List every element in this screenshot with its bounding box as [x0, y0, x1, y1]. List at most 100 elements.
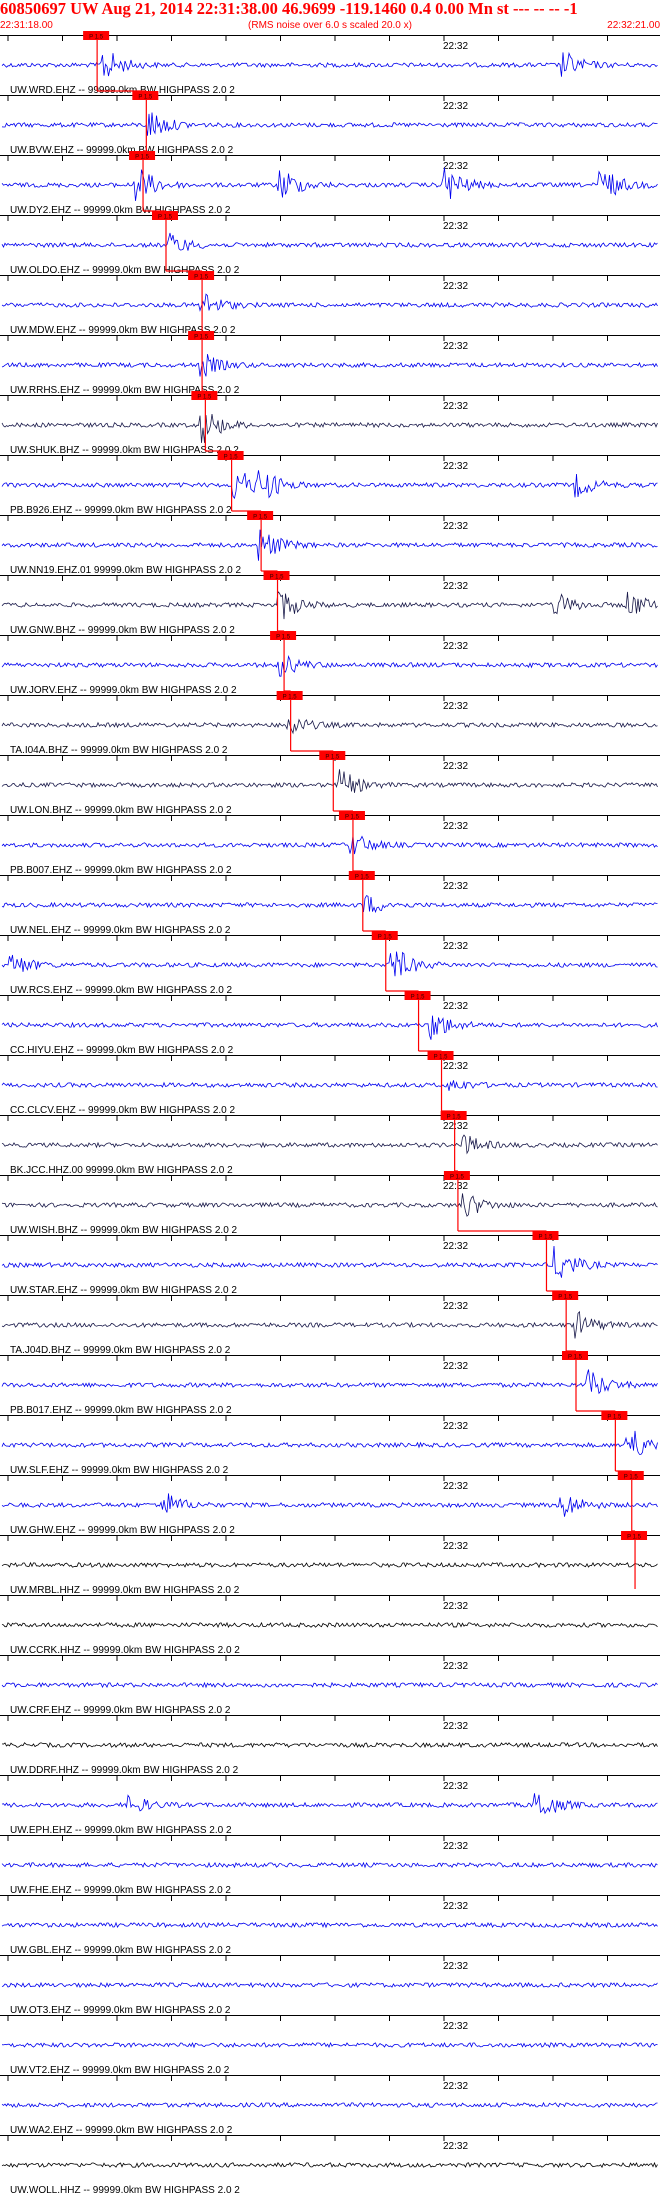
waveform-trace	[1, 718, 658, 735]
tick-label-2232: 22:32	[443, 1121, 468, 1132]
tick-label-2232: 22:32	[443, 281, 468, 292]
waveform-trace	[1, 951, 658, 977]
pick-label: P 1.5	[138, 95, 153, 101]
pick-label: P 1.5	[345, 815, 360, 821]
station-label: UW.BVW.EHZ -- 99999.0km BW HIGHPASS 2.0 …	[10, 145, 234, 156]
waveform-trace	[1, 1245, 658, 1278]
pick-label: P 1.5	[447, 1115, 462, 1121]
tick-label-2232: 22:32	[443, 881, 468, 892]
waveform-trace	[1, 167, 658, 201]
station-label: UW.GHW.EHZ -- 99999.0km BW HIGHPASS 2.0 …	[10, 1525, 235, 1536]
station-label: UW.GBL.EHZ -- 99999.0km BW HIGHPASS 2.0 …	[10, 1945, 231, 1956]
tick-label-2232: 22:32	[443, 1541, 468, 1552]
station-label: CC.HIYU.EHZ -- 99999.0km BW HIGHPASS 2.0…	[10, 1045, 234, 1056]
station-label: UW.JORV.EHZ -- 99999.0km BW HIGHPASS 2.0…	[10, 685, 237, 696]
tick-label-2232: 22:32	[443, 521, 468, 532]
waveform-trace	[1, 1310, 658, 1339]
station-label: UW.SLF.EHZ -- 99999.0km BW HIGHPASS 2.0 …	[10, 1465, 229, 1476]
tick-label-2232: 22:32	[443, 2141, 468, 2152]
station-label: UW.MRBL.HHZ -- 99999.0km BW HIGHPASS 2.0…	[10, 1585, 240, 1596]
waveform-trace	[1, 293, 658, 312]
waveform-trace	[1, 1621, 658, 1629]
station-label: PB.B017.EHZ -- 99999.0km BW HIGHPASS 2.0…	[10, 1405, 232, 1416]
tick-label-2232: 22:32	[443, 1601, 468, 1612]
pick-label: P 1.5	[194, 275, 209, 281]
waveform-trace	[1, 1741, 658, 1749]
pick-label: P 1.5	[194, 335, 209, 341]
tick-label-2232: 22:32	[443, 1001, 468, 1012]
pick-label: P 1.5	[197, 395, 212, 401]
tick-label-2232: 22:32	[443, 581, 468, 592]
tick-label-2232: 22:32	[443, 1961, 468, 1972]
station-label: UW.WISH.BHZ -- 99999.0km BW HIGHPASS 2.0…	[10, 1225, 238, 1236]
waveform-trace	[1, 1493, 658, 1517]
station-label: UW.FHE.EHZ -- 99999.0km BW HIGHPASS 2.0 …	[10, 1885, 231, 1896]
tick-label-2232: 22:32	[443, 2081, 468, 2092]
pick-label: P 1.5	[627, 1535, 642, 1541]
tick-label-2232: 22:32	[443, 1781, 468, 1792]
tick-label-2232: 22:32	[443, 1361, 468, 1372]
tick-label-2232: 22:32	[443, 401, 468, 412]
station-label: CC.CLCV.EHZ -- 99999.0km BW HIGHPASS 2.0…	[10, 1105, 236, 1116]
station-label: PB.B007.EHZ -- 99999.0km BW HIGHPASS 2.0…	[10, 865, 232, 876]
tick-label-2232: 22:32	[443, 41, 468, 52]
waveform-trace	[1, 769, 658, 793]
waveform-trace	[1, 1430, 658, 1455]
waveform-trace	[1, 354, 658, 377]
tick-label-2232: 22:32	[443, 821, 468, 832]
pick-label: P 1.5	[558, 1295, 573, 1301]
waveform-trace	[1, 1921, 658, 1929]
tick-label-2232: 22:32	[443, 641, 468, 652]
station-label: TA.I04A.BHZ -- 99999.0km BW HIGHPASS 2.0…	[10, 745, 228, 756]
station-label: UW.VT2.EHZ -- 99999.0km BW HIGHPASS 2.0 …	[10, 2065, 230, 2076]
station-label: UW.CCRK.HHZ -- 99999.0km BW HIGHPASS 2.0…	[10, 1645, 240, 1656]
pick-label: P 1.5	[283, 695, 298, 701]
pick-label: P 1.5	[224, 455, 239, 461]
waveform-trace	[1, 1193, 658, 1217]
tick-label-2232: 22:32	[443, 1181, 468, 1192]
station-label: UW.LON.BHZ -- 99999.0km BW HIGHPASS 2.0 …	[10, 805, 232, 816]
tick-label-2232: 22:32	[443, 341, 468, 352]
tick-label-2232: 22:32	[443, 1661, 468, 1672]
pick-label: P 1.5	[624, 1475, 639, 1481]
waveform-trace	[1, 1793, 658, 1815]
waveform-trace	[1, 1080, 658, 1091]
tick-label-2232: 22:32	[443, 2021, 468, 2032]
waveform-trace	[1, 232, 658, 251]
tick-label-2232: 22:32	[443, 941, 468, 952]
pick-label: P 1.5	[539, 1235, 554, 1241]
waveform-trace	[1, 895, 658, 914]
station-label: PB.B926.EHZ -- 99999.0km BW HIGHPASS 2.0…	[10, 505, 232, 516]
station-label: UW.CRF.EHZ -- 99999.0km BW HIGHPASS 2.0 …	[10, 1705, 231, 1716]
tick-label-2232: 22:32	[443, 761, 468, 772]
station-label: TA.J04D.BHZ -- 99999.0km BW HIGHPASS 2.0…	[10, 1345, 231, 1356]
tick-label-2232: 22:32	[443, 461, 468, 472]
seismogram-panel: 22:32UW.WRD.EHZ -- 99999.0km BW HIGHPASS…	[0, 31, 660, 2196]
station-label: UW.DY2.EHZ -- 99999.0km BW HIGHPASS 2.0 …	[10, 205, 231, 216]
pick-label: P 1.5	[378, 935, 393, 941]
waveform-trace	[1, 1134, 658, 1155]
station-label: UW.NEL.EHZ -- 99999.0km BW HIGHPASS 2.0 …	[10, 925, 231, 936]
waveform-trace	[1, 590, 658, 620]
station-label: UW.NN19.EHZ.01 99999.0km BW HIGHPASS 2.0…	[10, 565, 241, 576]
station-label: UW.WA2.EHZ -- 99999.0km BW HIGHPASS 2.0 …	[10, 2125, 233, 2136]
pick-label: P 1.5	[607, 1415, 622, 1421]
station-label: UW.OT3.EHZ -- 99999.0km BW HIGHPASS 2.0 …	[10, 2005, 231, 2016]
station-label: BK.JCC.HHZ.00 99999.0km BW HIGHPASS 2.0 …	[10, 1165, 233, 1176]
waveform-trace	[1, 1561, 658, 1569]
waveform-trace	[1, 1681, 658, 1689]
pick-label: P 1.5	[450, 1175, 465, 1181]
tick-label-2232: 22:32	[443, 101, 468, 112]
tick-label-2232: 22:32	[443, 1241, 468, 1252]
waveform-trace	[1, 51, 658, 77]
tick-label-2232: 22:32	[443, 161, 468, 172]
tick-label-2232: 22:32	[443, 1721, 468, 1732]
pick-label: P 1.5	[325, 755, 340, 761]
pick-label: P 1.5	[411, 995, 426, 1001]
waveform-trace	[1, 1015, 658, 1040]
pick-label: P 1.5	[276, 635, 291, 641]
waveform-trace	[1, 835, 658, 855]
pick-label: P 1.5	[434, 1055, 449, 1061]
tick-label-2232: 22:32	[443, 701, 468, 712]
waveform-trace	[1, 655, 658, 677]
